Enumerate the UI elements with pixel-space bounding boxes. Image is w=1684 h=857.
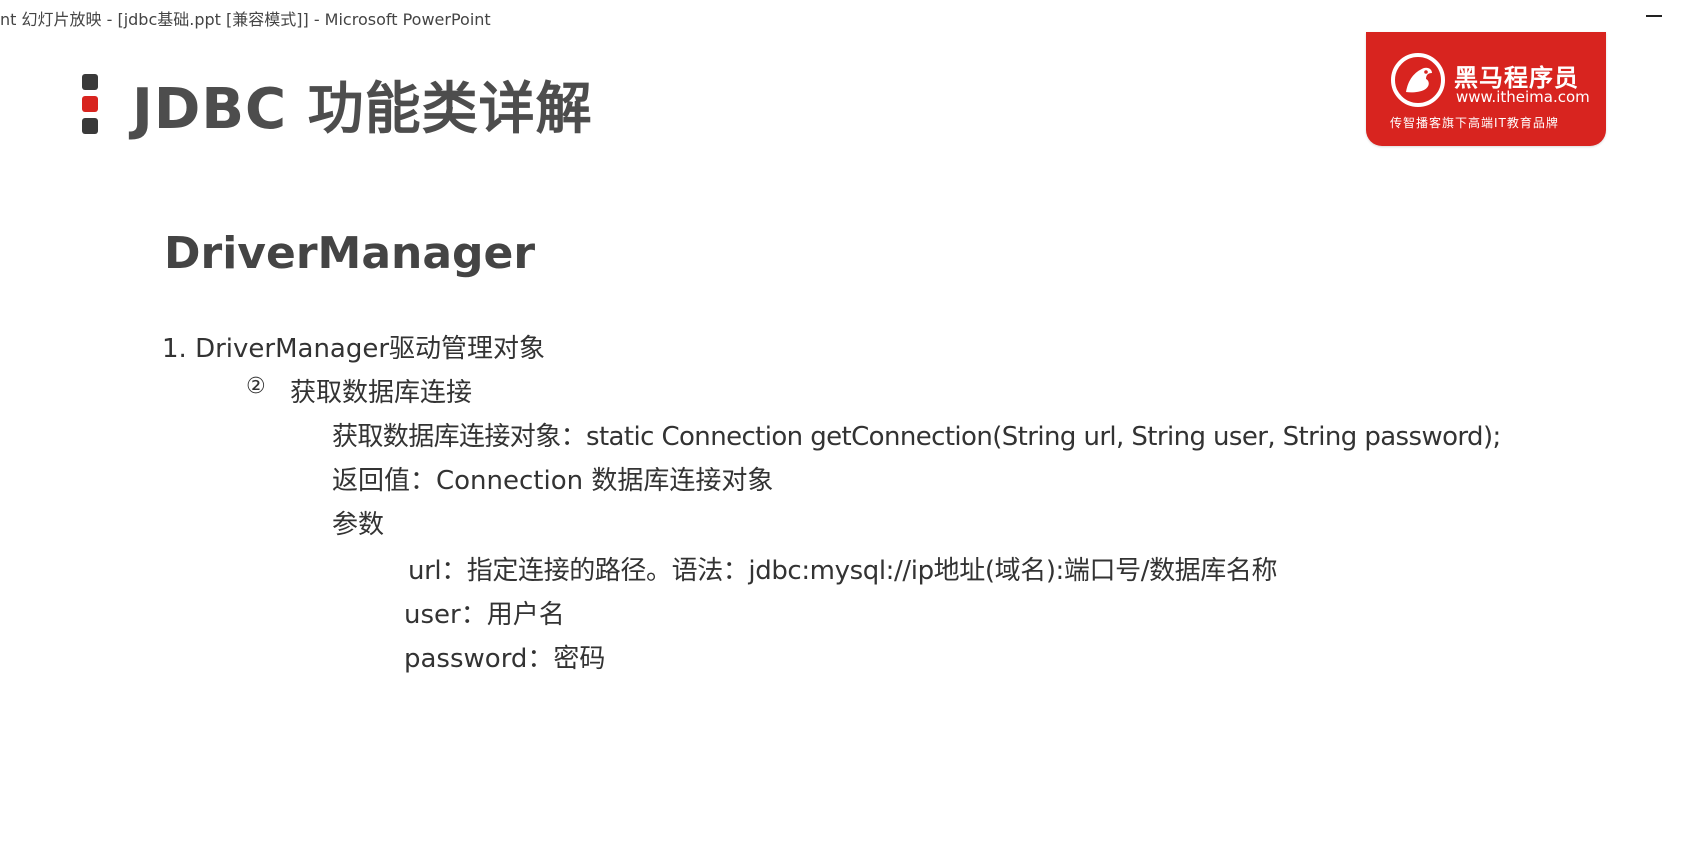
powerpoint-window: nt 幻灯片放映 - [jdbc基础.ppt [兼容模式]] - Microso… <box>0 0 1684 857</box>
horse-logo-icon <box>1391 53 1445 107</box>
minimize-button[interactable] <box>1638 4 1668 28</box>
title-marker-icon <box>82 74 100 134</box>
param-url: url：指定连接的路径。语法：jdbc:mysql://ip地址(域名):端口号… <box>408 556 1278 586</box>
title-bar: nt 幻灯片放映 - [jdbc基础.ppt [兼容模式]] - Microso… <box>0 0 1684 32</box>
itheima-logo: 黑马程序员 www.itheima.com 传智播客旗下高端IT教育品牌 <box>1366 32 1606 146</box>
logo-slogan: 传智播客旗下高端IT教育品牌 <box>1390 116 1559 130</box>
marker-square-middle <box>82 96 98 112</box>
logo-url: www.itheima.com <box>1456 88 1590 106</box>
sub-heading: 获取数据库连接 <box>290 378 473 408</box>
params-label: 参数 <box>332 510 385 540</box>
marker-square-bottom <box>82 118 98 134</box>
param-user: user：用户名 <box>404 600 565 630</box>
window-title: nt 幻灯片放映 - [jdbc基础.ppt [兼容模式]] - Microso… <box>0 10 491 29</box>
param-password: password：密码 <box>404 644 606 674</box>
minimize-icon <box>1646 15 1662 17</box>
list-item-1: 1. DriverManager驱动管理对象 <box>162 334 546 364</box>
circled-number-2: ② <box>246 374 266 399</box>
return-value-line: 返回值：Connection 数据库连接对象 <box>332 466 774 496</box>
method-signature: 获取数据库连接对象：static Connection getConnectio… <box>332 422 1501 452</box>
slide[interactable]: JDBC 功能类详解 黑马程序员 www.itheima.com 传智播客旗下高… <box>0 32 1684 857</box>
marker-square-top <box>82 74 98 90</box>
section-heading: DriverManager <box>164 228 536 279</box>
slide-title: JDBC 功能类详解 <box>132 77 593 142</box>
